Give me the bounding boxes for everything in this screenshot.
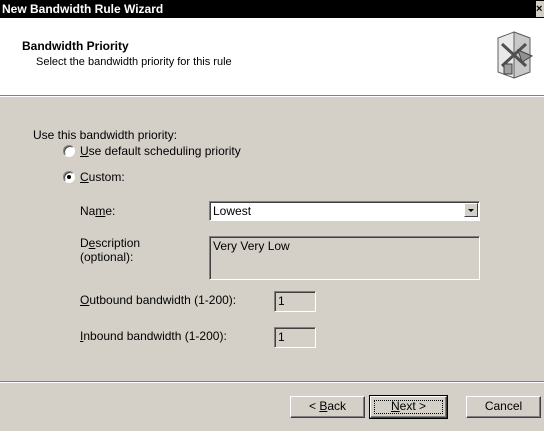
wizard-header: Bandwidth Priority Select the bandwidth … [0,18,544,95]
header-divider [0,95,544,97]
description-label: Description [80,236,141,250]
chevron-down-icon [468,209,474,212]
description-value: Very Very Low [213,239,290,253]
custom-priority-radio[interactable] [63,171,75,183]
default-priority-radio[interactable] [63,145,75,157]
outbound-label: Outbound bandwidth (1-200): [80,293,237,307]
description-optional-label: (optional): [80,250,134,264]
custom-priority-label[interactable]: Custom: [80,170,125,184]
title-bar: New Bandwidth Rule Wizard × [0,0,544,18]
inbound-label: Inbound bandwidth (1-200): [80,329,227,343]
page-title: Bandwidth Priority [22,39,129,53]
name-dropdown[interactable]: Lowest [209,201,480,221]
back-button-label: < Back [308,399,347,413]
next-button[interactable]: Next > [369,395,448,419]
wizard-window: New Bandwidth Rule Wizard × Bandwidth Pr… [0,0,544,431]
default-priority-label[interactable]: Use default scheduling priority [80,144,241,158]
window-title: New Bandwidth Rule Wizard [2,2,164,16]
dropdown-arrow-button[interactable] [464,203,478,217]
inbound-bandwidth-field[interactable]: 1 [274,327,316,348]
priority-prompt: Use this bandwidth priority: [33,128,178,142]
next-button-label: Next > [390,399,427,413]
inbound-value: 1 [278,330,285,344]
outbound-bandwidth-field[interactable]: 1 [274,291,316,312]
radio-selected-dot [67,175,71,179]
back-button[interactable]: < Back [290,396,365,418]
page-subtitle: Select the bandwidth priority for this r… [36,56,232,68]
description-field[interactable]: Very Very Low [209,236,480,280]
close-button[interactable]: × [536,1,544,17]
footer-divider [0,381,544,383]
name-label: Name: [80,204,116,218]
wizard-graphic-icon [497,31,534,79]
name-value: Lowest [213,204,252,218]
outbound-value: 1 [278,294,285,308]
cancel-button[interactable]: Cancel [466,396,541,418]
